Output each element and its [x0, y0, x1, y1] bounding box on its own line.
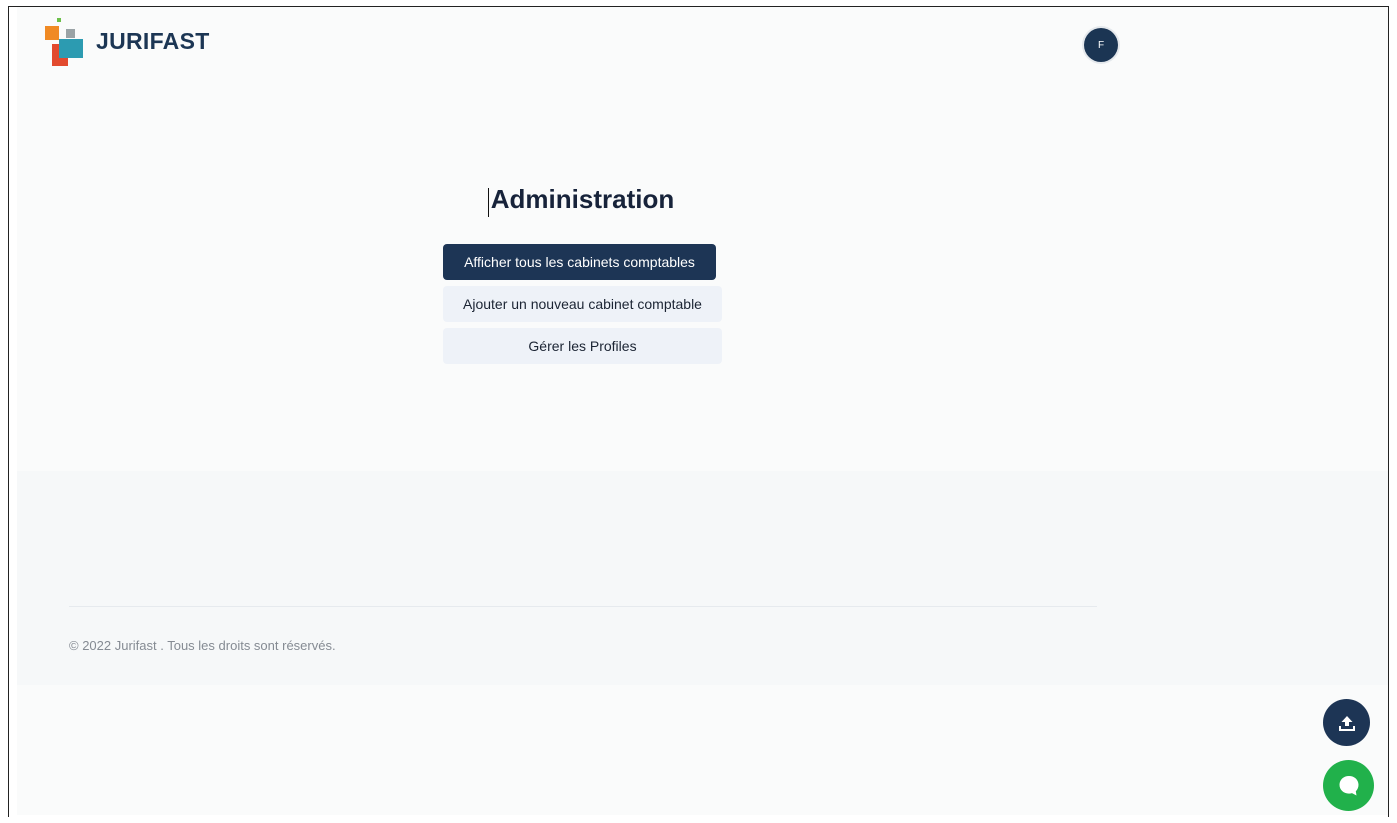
logo-text: JURIFAST	[96, 27, 210, 54]
avatar[interactable]: F	[1084, 28, 1118, 62]
copyright-text: © 2022 Jurifast . Tous les droits sont r…	[69, 638, 336, 653]
show-all-cabinets-button[interactable]: Afficher tous les cabinets comptables	[443, 244, 716, 280]
chat-button[interactable]	[1323, 760, 1374, 811]
footer-divider	[69, 606, 1097, 607]
chat-icon	[1339, 775, 1358, 795]
footer: © 2022 Jurifast . Tous les droits sont r…	[17, 471, 1388, 685]
manage-profiles-button[interactable]: Gérer les Profiles	[443, 328, 722, 364]
upload-icon	[1338, 715, 1355, 731]
page-background	[17, 7, 1388, 815]
add-cabinet-button[interactable]: Ajouter un nouveau cabinet comptable	[443, 286, 722, 322]
upload-button[interactable]	[1323, 699, 1370, 746]
text-cursor	[488, 188, 489, 217]
logo[interactable]: JURIFAST	[44, 18, 210, 68]
logo-icon	[44, 18, 86, 68]
page-title: Administration	[490, 184, 675, 214]
